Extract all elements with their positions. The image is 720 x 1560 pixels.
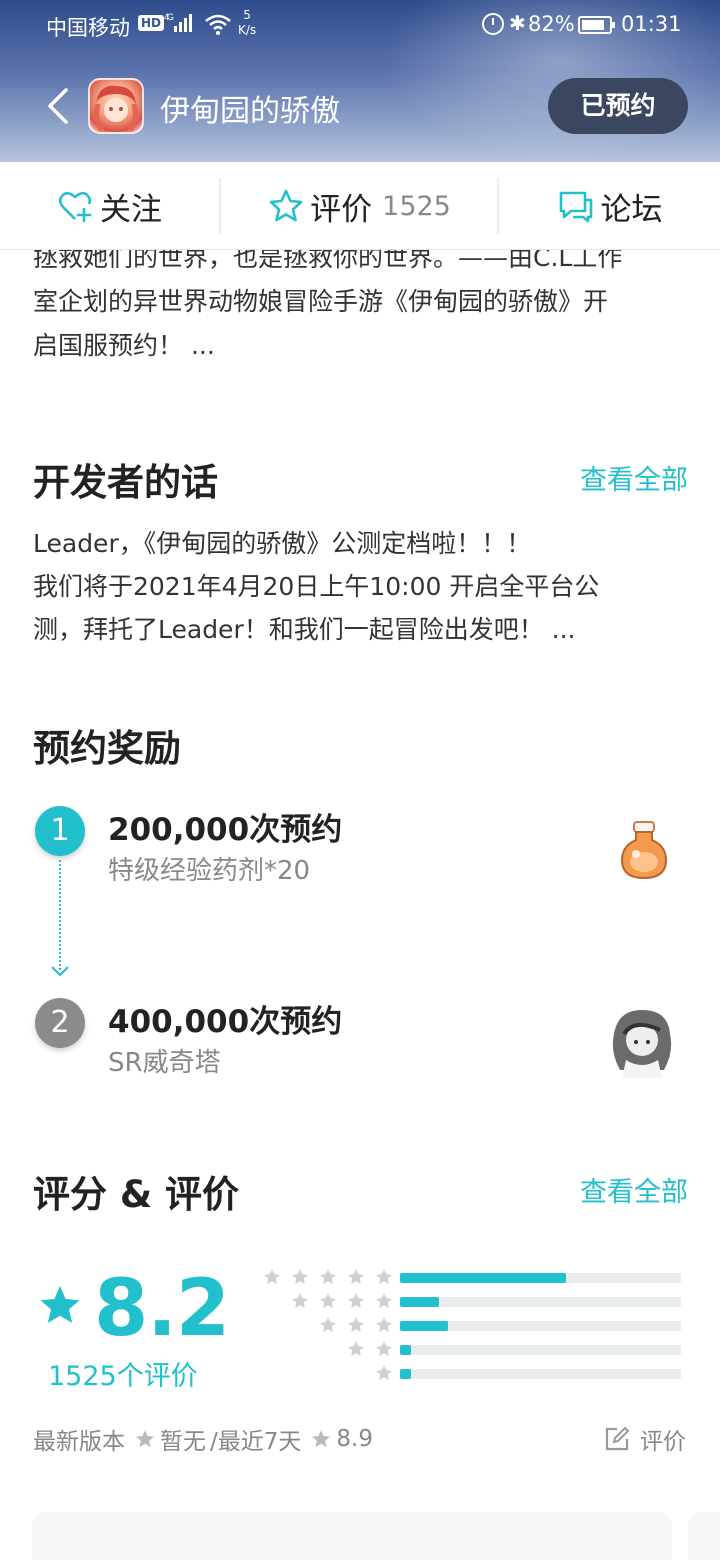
developer-see-all-link[interactable]: 查看全部 [580,458,688,497]
star-icon [40,1286,80,1323]
hd-badge: HD [138,15,165,31]
battery-percent: 82% [528,12,575,36]
rating-bar-track [400,1321,681,1331]
rating-bar-track [400,1369,681,1379]
star-icon [347,1316,365,1334]
star-icon [375,1364,393,1382]
ratings-section-title: 评分 & 评价 [33,1173,240,1216]
rate-button[interactable]: 评价 1525 [221,162,498,250]
developer-message[interactable]: Leader，《伊甸园的骄傲》公测定档啦！！！ 我们将于2021年4月20日上午… [33,522,693,651]
developer-section-title: 开发者的话 [33,461,218,504]
forum-button[interactable]: 论坛 [499,162,720,250]
star-icon [319,1316,337,1334]
write-review-button[interactable]: 评价 [604,1422,686,1456]
chevron-down-icon [51,966,69,977]
rating-row-stars [319,1316,393,1336]
rating-row-2-star [240,1340,685,1360]
reward-2-desc: SR威奇塔 [108,1048,221,1078]
battery-icon [578,16,615,34]
rating-row-1-star [240,1364,685,1384]
reward-connector-line [59,860,61,970]
star-icon [319,1292,337,1310]
star-icon [319,1268,337,1286]
heart-plus-icon [58,191,92,223]
rating-row-5-star [240,1268,685,1288]
rating-bar-track [400,1345,681,1355]
star-icon [291,1292,309,1310]
rating-bar-track [400,1297,681,1307]
rating-row-3-star [240,1316,685,1336]
action-bar: 关注 评价 1525 论坛 [0,162,720,250]
rating-bar-fill [400,1273,566,1283]
star-icon [375,1316,393,1334]
reserved-button[interactable]: 已预约 [548,78,688,134]
rating-row-stars [375,1364,393,1384]
network-speed: 5 K/s [238,8,257,37]
star-icon [312,1430,331,1448]
signal-icon: 4G [164,12,194,39]
rating-count: 1525个评价 [48,1361,198,1392]
star-icon [347,1268,365,1286]
app-title: 伊甸园的骄傲 [160,94,340,129]
bluetooth-icon: ✱ [509,11,526,35]
clock: 01:31 [621,12,682,36]
star-icon [291,1268,309,1286]
carrier-name: 中国移动 [46,16,130,40]
app-header: 中国移动 HD 4G 5 K/s ✱ 82% 01:31 伊甸园的骄傲 已预约 [0,0,720,162]
app-icon [88,78,144,134]
rating-row-stars [291,1292,393,1312]
star-outline-icon [269,189,303,222]
star-icon [347,1340,365,1358]
rating-bar-fill [400,1369,411,1379]
star-icon [136,1430,154,1448]
rating-row-stars [347,1340,393,1360]
rewards-section-title: 预约奖励 [33,727,181,770]
rate-label: 评价 [310,191,373,228]
star-icon [347,1292,365,1310]
back-arrow-icon[interactable] [44,88,78,124]
game-intro[interactable]: 拯救她们的世界，也是拯救你的世界。——由C.L工作 室企划的异世界动物娘冒险手游… [33,236,693,368]
status-bar: 中国移动 HD 4G 5 K/s ✱ 82% 01:31 [0,0,720,52]
version-rating-line: 最新版本 暂无 /最近7天 8.9 [33,1426,373,1455]
rating-row-4-star [240,1292,685,1312]
potion-icon[interactable] [606,814,682,890]
alarm-icon [482,13,504,35]
rating-row-stars [263,1268,393,1288]
ratings-see-all-link[interactable]: 查看全部 [580,1170,688,1209]
rating-bar-fill [400,1345,411,1355]
review-card[interactable] [32,1512,672,1560]
reward-2-title: 400,000次预约 [108,1004,343,1040]
star-icon [263,1268,281,1286]
reward-step-2-badge: 2 [35,998,85,1048]
rating-score: 8.2 [94,1264,230,1354]
network-type: 4G [164,12,174,22]
star-icon [375,1268,393,1286]
character-portrait-icon[interactable] [604,1004,680,1080]
chat-bubble-icon [559,191,592,223]
reward-step-1-badge: 1 [35,806,85,856]
rate-count: 1525 [382,190,451,222]
review-card[interactable] [688,1512,720,1560]
rating-bar-fill [400,1297,439,1307]
rating-bar-track [400,1273,681,1283]
follow-button[interactable]: 关注 [0,162,220,250]
edit-icon [605,1426,630,1451]
wifi-icon [205,14,231,35]
star-icon [375,1292,393,1310]
reward-1-desc: 特级经验药剂*20 [108,856,311,886]
star-icon [375,1340,393,1358]
follow-label: 关注 [100,191,162,228]
forum-label: 论坛 [600,191,663,228]
rating-bar-fill [400,1321,448,1331]
reward-1-title: 200,000次预约 [108,812,343,848]
